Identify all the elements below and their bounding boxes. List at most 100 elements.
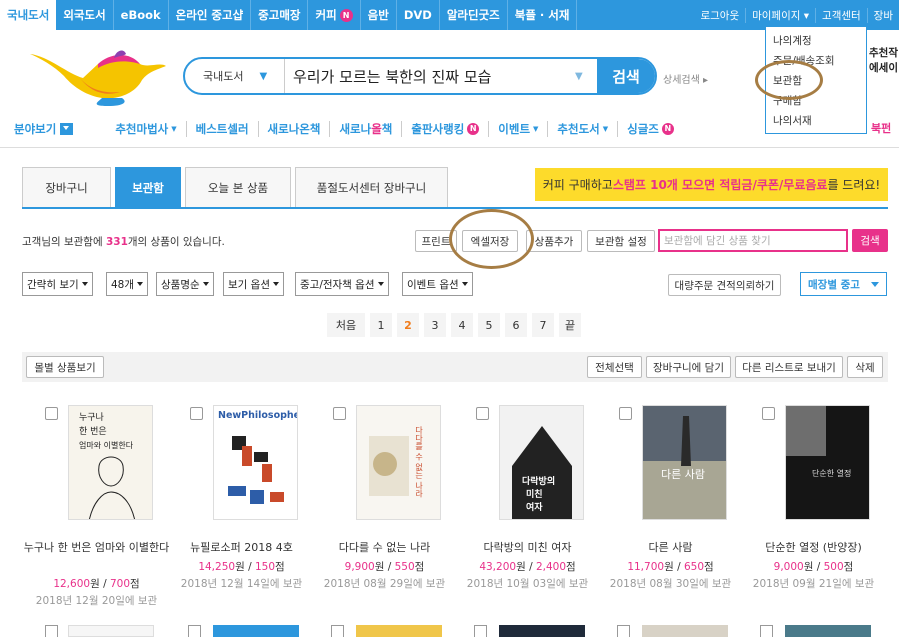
- tab-recently-viewed[interactable]: 오늘 본 상품: [185, 167, 291, 207]
- book-checkbox[interactable]: [474, 625, 487, 637]
- book-cover[interactable]: 다다를 수 없는 나라: [356, 405, 441, 520]
- book-checkbox[interactable]: [45, 625, 58, 637]
- field-browse-button[interactable]: 분야보기: [14, 121, 74, 137]
- search-input[interactable]: [285, 59, 575, 93]
- menu-my-library[interactable]: 나의서재: [766, 111, 866, 131]
- nav-bestseller[interactable]: 베스트셀러: [185, 121, 258, 137]
- promo-text-1[interactable]: 추천작: [869, 45, 898, 60]
- tab-used-store[interactable]: 중고매장: [251, 0, 309, 30]
- view-options-select[interactable]: 보기 옵션: [223, 272, 284, 296]
- page-link[interactable]: 7: [532, 313, 554, 337]
- book-checkbox[interactable]: [188, 625, 201, 637]
- page-last[interactable]: 끝: [559, 313, 581, 337]
- book-title[interactable]: 다른 사람: [594, 539, 747, 556]
- tab-foreign-books[interactable]: 외국도서: [56, 0, 114, 30]
- tab-wishlist[interactable]: 보관함: [115, 167, 181, 207]
- detail-search-link[interactable]: 상세검색 ▸: [663, 71, 708, 86]
- page-link[interactable]: 4: [451, 313, 473, 337]
- book-title[interactable]: 다락방의 미친 여자: [451, 539, 604, 556]
- nav-recommend-wizard[interactable]: 추천마법사 ▼: [115, 121, 185, 137]
- book-cover[interactable]: [499, 625, 585, 637]
- book-cover[interactable]: [642, 625, 728, 637]
- nav-publisher-ranking[interactable]: 출판사랭킹 N: [401, 121, 488, 137]
- promo-text-3[interactable]: 북펀: [871, 120, 891, 136]
- book-checkbox[interactable]: [762, 407, 775, 420]
- book-cover[interactable]: 누구나 한 번은 엄마와 이별한다: [68, 405, 153, 520]
- tab-online-used-shop[interactable]: 온라인 중고샵: [169, 0, 252, 30]
- search-button[interactable]: 검색: [597, 59, 655, 93]
- page-size-select[interactable]: 48개: [106, 272, 149, 296]
- nav-recommended-books[interactable]: 추천도서 ▼: [547, 121, 617, 137]
- page-current[interactable]: 2: [397, 313, 419, 337]
- book-cover[interactable]: 단순한 열정: [785, 405, 870, 520]
- caret-down-icon: [377, 282, 384, 286]
- sort-select[interactable]: 상품명순: [156, 272, 214, 296]
- page-link[interactable]: 5: [478, 313, 500, 337]
- tab-music[interactable]: 음반: [361, 0, 397, 30]
- book-checkbox[interactable]: [617, 625, 630, 637]
- delete-button[interactable]: 삭제: [847, 356, 883, 378]
- wishlist-settings-button[interactable]: 보관함 설정: [587, 230, 655, 252]
- nav-new-books[interactable]: 새로나온책: [257, 121, 330, 137]
- mypage-link[interactable]: 마이페이지 ▾: [745, 7, 815, 23]
- book-title[interactable]: 단순한 열정 (반양장): [737, 539, 890, 556]
- tab-out-of-print-cart[interactable]: 품절도서센터 장바구니: [295, 167, 448, 207]
- page-link[interactable]: 6: [505, 313, 527, 337]
- dropdown-box-icon: [60, 123, 74, 135]
- book-checkbox[interactable]: [333, 407, 346, 420]
- saved-date: 2018년 08월 30일에 보관: [609, 578, 732, 590]
- event-options-select[interactable]: 이벤트 옵션: [402, 272, 473, 296]
- book-cover[interactable]: [785, 625, 871, 637]
- wishlist-search-input[interactable]: 보관함에 담긴 상품 찾기: [658, 229, 848, 252]
- menu-my-account[interactable]: 나의계정: [766, 31, 866, 51]
- tab-cart[interactable]: 장바구니: [22, 167, 111, 207]
- logout-link[interactable]: 로그아웃: [694, 8, 745, 23]
- page-first[interactable]: 처음: [327, 313, 365, 337]
- tab-goods[interactable]: 알라딘굿즈: [440, 0, 508, 30]
- page-link[interactable]: 3: [424, 313, 446, 337]
- price-value: 9,000: [773, 561, 804, 573]
- page-link[interactable]: 1: [370, 313, 392, 337]
- book-cover[interactable]: 다락방의 미친 여자: [499, 405, 584, 520]
- bulk-quote-button[interactable]: 대량주문 견적의뢰하기: [668, 274, 781, 296]
- view-by-mall-button[interactable]: 몰별 상품보기: [26, 356, 104, 378]
- store-used-select[interactable]: 매장별 중고: [800, 272, 887, 296]
- cart-link[interactable]: 장바: [866, 7, 899, 23]
- book-checkbox[interactable]: [190, 407, 203, 420]
- book-checkbox[interactable]: [619, 407, 632, 420]
- book-checkbox[interactable]: [45, 407, 58, 420]
- tab-domestic-books[interactable]: 국내도서: [0, 0, 57, 30]
- add-to-cart-button[interactable]: 장바구니에 담기: [646, 356, 731, 378]
- tab-ebook[interactable]: eBook: [114, 0, 169, 30]
- nav-new-this-year[interactable]: 새로나 올 책: [329, 121, 401, 137]
- tab-dvd[interactable]: DVD: [397, 0, 440, 30]
- nav-singles[interactable]: 싱글즈 N: [617, 121, 683, 137]
- view-mode-select[interactable]: 간략히 보기: [22, 272, 93, 296]
- add-item-button[interactable]: 상품추가: [526, 230, 582, 252]
- book-title[interactable]: 다다를 수 없는 나라: [308, 539, 461, 556]
- tab-bookple[interactable]: 북플 · 서재: [508, 0, 578, 30]
- promo-text-2[interactable]: 에세이: [869, 60, 898, 75]
- book-cover[interactable]: NewPhilosopher: [213, 405, 298, 520]
- aladin-logo[interactable]: [28, 44, 168, 108]
- sep: /: [813, 561, 824, 573]
- book-checkbox[interactable]: [476, 407, 489, 420]
- book-title[interactable]: 뉴필로소퍼 2018 4호: [165, 539, 318, 556]
- customer-center-link[interactable]: 고객센터: [815, 7, 867, 23]
- book-checkbox[interactable]: [760, 625, 773, 637]
- book-cover[interactable]: [213, 625, 299, 637]
- book-cover[interactable]: 다른 사람: [642, 405, 727, 520]
- book-title[interactable]: 누구나 한 번은 엄마와 이별한다: [20, 539, 173, 556]
- tab-coffee[interactable]: 커피 N: [308, 0, 361, 30]
- book-cover[interactable]: [68, 625, 154, 637]
- wishlist-search-button[interactable]: 검색: [852, 229, 888, 252]
- select-all-button[interactable]: 전체선택: [587, 356, 642, 378]
- used-ebook-options-select[interactable]: 중고/전자책 옵션: [295, 272, 389, 296]
- nav-events[interactable]: 이벤트 ▼: [488, 121, 547, 137]
- book-checkbox[interactable]: [331, 625, 344, 637]
- search-category-select[interactable]: 국내도서 ▼: [185, 59, 285, 93]
- send-to-list-button[interactable]: 다른 리스트로 보내기: [735, 356, 843, 378]
- coffee-promo-banner[interactable]: 커피 구매하고 스탬프 10개 모으면 적립금/쿠폰/무료음료 를 드려요!: [535, 168, 888, 201]
- autocomplete-toggle-icon[interactable]: ▼: [575, 71, 593, 82]
- book-cover[interactable]: [356, 625, 442, 637]
